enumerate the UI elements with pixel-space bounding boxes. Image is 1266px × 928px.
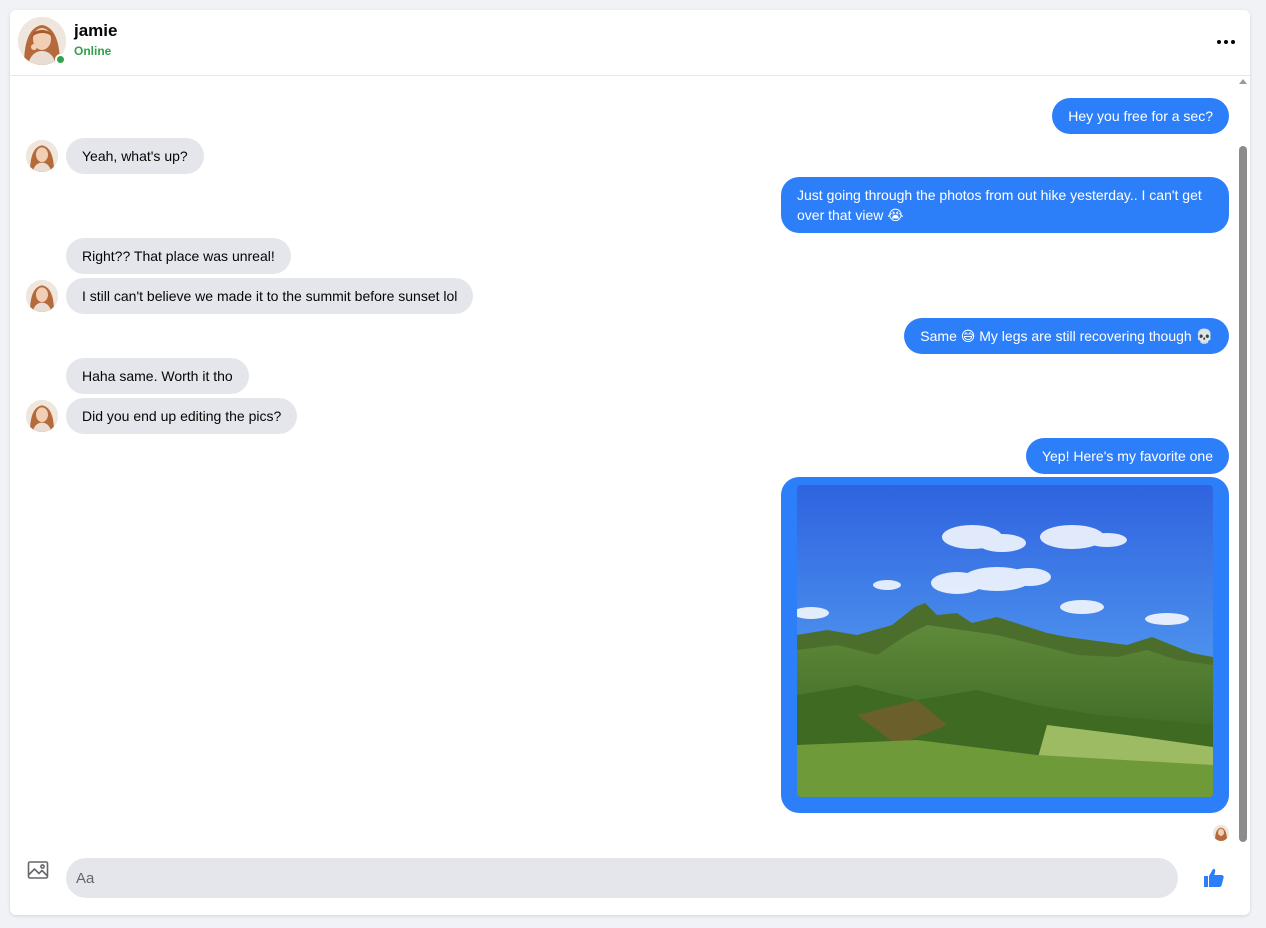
chat-header: jamie Online: [10, 10, 1250, 76]
message-thread[interactable]: Hey you free for a sec? Yeah, what's up?…: [10, 76, 1236, 846]
image-message[interactable]: [781, 477, 1229, 813]
contact-avatar[interactable]: [18, 17, 66, 65]
sender-avatar: [26, 140, 58, 172]
seen-avatar: [1213, 825, 1229, 841]
thumbs-up-icon[interactable]: [1202, 866, 1226, 890]
scroll-thumb[interactable]: [1239, 146, 1247, 842]
sender-avatar: [26, 280, 58, 312]
image-icon[interactable]: [26, 858, 50, 882]
message-incoming: Haha same. Worth it tho: [66, 358, 249, 394]
chat-window: jamie Online Hey you free for a sec? Yea…: [10, 10, 1250, 915]
message-outgoing: Hey you free for a sec?: [1052, 98, 1229, 134]
message-incoming: I still can't believe we made it to the …: [66, 278, 474, 314]
mountain-landscape-photo: [797, 485, 1213, 797]
message-outgoing: Same 😅 My legs are still recovering thou…: [904, 318, 1229, 354]
message-incoming: Did you end up editing the pics?: [66, 398, 298, 434]
contact-name[interactable]: jamie: [74, 21, 117, 41]
scroll-up-arrow-icon[interactable]: [1239, 79, 1247, 84]
message-composer: [10, 846, 1250, 915]
message-outgoing: Just going through the photos from out h…: [781, 177, 1229, 233]
online-indicator: [55, 54, 66, 65]
message-incoming: Yeah, what's up?: [66, 138, 204, 174]
more-options-icon[interactable]: [1214, 32, 1238, 52]
message-outgoing: Yep! Here's my favorite one: [1025, 438, 1229, 474]
contact-status: Online: [74, 44, 112, 58]
thread-scrollbar[interactable]: [1236, 76, 1250, 846]
sender-avatar: [26, 400, 58, 432]
message-incoming: Right?? That place was unreal!: [66, 238, 291, 274]
message-input[interactable]: [66, 858, 1178, 898]
